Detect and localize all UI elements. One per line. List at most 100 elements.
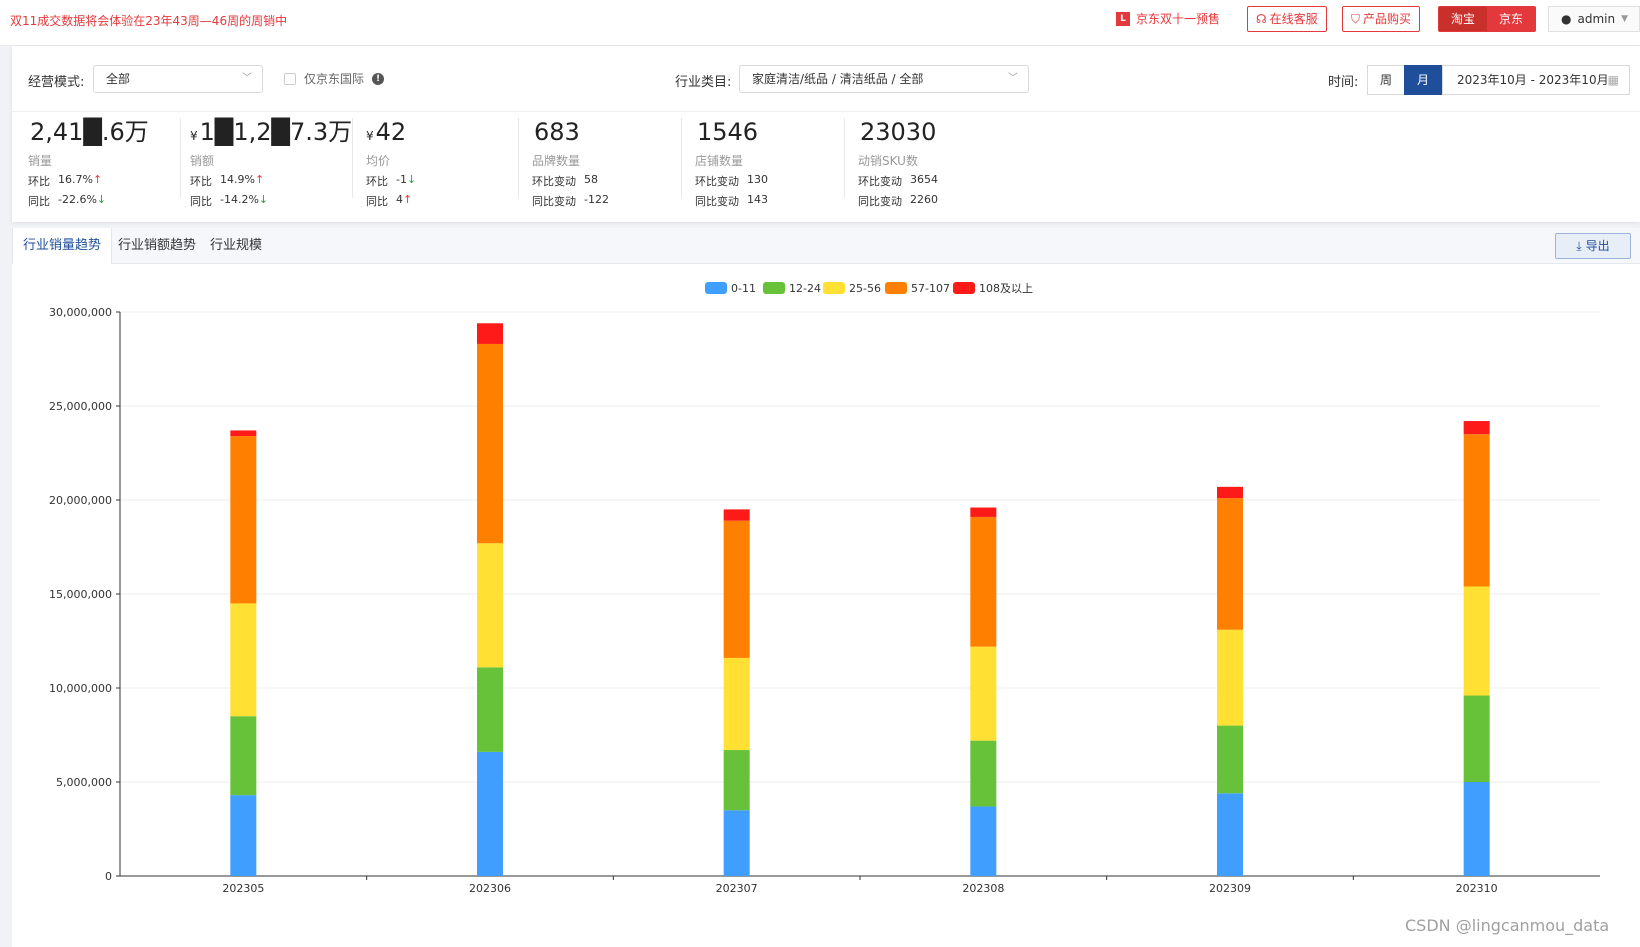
product-buy-button[interactable]: ⛉ 产品购买 (1342, 6, 1421, 32)
stacked-bar-chart: 0 5,000,000 10,000,000 15,000,000 20,000,000… (49, 282, 1600, 895)
metric-name: 均价 (366, 154, 391, 168)
metric-divider (518, 118, 519, 198)
y-tick-label: 30,000,000 (49, 306, 112, 319)
mom-label: 环比 (366, 175, 388, 188)
metric-value: ¥42 (366, 118, 416, 150)
mode-select[interactable]: 全部 ﹀ (93, 65, 263, 93)
metric-mom-row: 环比变动 58 (532, 173, 609, 189)
yoy-value: -14.2% (220, 193, 259, 206)
filter-bar: 经营模式: 全部 ﹀ 仅京东国际 ! 行业类目: 家庭清洁/纸品 / 清洁纸品 … (12, 46, 1640, 112)
bar-segment (1217, 486, 1243, 499)
platform-switch[interactable]: 淘宝 京东 (1438, 6, 1536, 32)
currency-symbol: ¥ (190, 129, 198, 143)
bar-segment (230, 603, 257, 717)
bar-segment (723, 810, 750, 876)
bar-segment (970, 646, 997, 741)
mom-label: 环比变动 (858, 175, 902, 188)
yoy-label: 同比 (190, 195, 212, 208)
metric-card: 1546 店铺数量 环比变动 130 同比变动 143 (695, 118, 768, 209)
y-tick-label: 10,000,000 (49, 682, 112, 695)
metric-mom-row: 环比 -1 ↓ (366, 173, 416, 189)
week-toggle[interactable]: 周 (1367, 65, 1405, 95)
jd-tab[interactable]: 京东 (1487, 7, 1535, 31)
y-tick-label: 0 (105, 870, 112, 883)
bar-segment (1217, 725, 1243, 794)
headset-icon: ☊ (1256, 12, 1267, 26)
bar-segment (1217, 498, 1243, 630)
jd-logo-icon: L (1116, 11, 1130, 26)
metric-number: 1█1,2█7.3万 (199, 118, 353, 146)
bar-segment (1463, 782, 1490, 876)
taobao-tab[interactable]: 淘宝 (1439, 7, 1487, 31)
y-tick-label: 20,000,000 (49, 494, 112, 507)
yoy-value: 4 (396, 193, 403, 206)
bar-segment (477, 751, 503, 876)
legend-label: 108及以上 (979, 282, 1033, 295)
jd-presale-link[interactable]: L 京东双十一预售 (1116, 10, 1220, 27)
x-tick-label: 202308 (962, 882, 1004, 895)
mode-label: 经营模式: (28, 75, 85, 90)
bar-segment (230, 795, 257, 876)
info-icon[interactable]: ! (372, 72, 385, 85)
tab-industry-scale[interactable]: 行业规模 (200, 228, 272, 264)
y-tick-label: 25,000,000 (49, 400, 112, 413)
mom-label: 环比 (28, 175, 50, 188)
online-service-button[interactable]: ☊ 在线客服 (1247, 6, 1327, 32)
metric-card: 683 品牌数量 环比变动 58 同比变动 -122 (532, 118, 609, 209)
user-icon: ● (1561, 12, 1572, 26)
x-tick-label: 202306 (469, 882, 511, 895)
bar-segment (477, 323, 503, 344)
trend-arrow-icon: ↓ (406, 173, 417, 186)
notice-text: 双11成交数据将会体验在23年43周—46周的周销中 (10, 14, 288, 28)
trend-arrow-icon: ↑ (403, 193, 413, 206)
x-tick-label: 202310 (1456, 882, 1498, 895)
top-bar: 双11成交数据将会体验在23年43周—46周的周销中 L 京东双十一预售 ☊ 在… (0, 0, 1640, 46)
legend-swatch (823, 282, 845, 294)
intl-only-label: 仅京东国际 (304, 72, 365, 86)
checkbox-box[interactable] (284, 72, 296, 85)
export-label: 导出 (1585, 239, 1610, 253)
mom-value: 16.7% (58, 173, 93, 186)
date-range-value: 2023年10月 - 2023年10月 (1457, 73, 1609, 87)
date-range-picker[interactable]: 2023年10月 - 2023年10月 ▦ (1442, 65, 1630, 95)
metric-name: 品牌数量 (532, 154, 581, 168)
export-button[interactable]: ⤓ 导出 (1555, 233, 1631, 259)
legend-swatch (885, 282, 907, 294)
metric-divider (844, 118, 845, 198)
metric-number: 2,41█.6万 (30, 118, 149, 146)
bar-segment (970, 740, 997, 807)
mom-value: 14.9% (220, 173, 255, 186)
bar-segment (970, 806, 997, 876)
bar-segment (230, 430, 257, 437)
legend-swatch (953, 282, 975, 294)
metric-name: 动销SKU数 (858, 154, 918, 168)
tab-sales-amount-trend[interactable]: 行业销额趋势 (108, 228, 206, 264)
cart-icon: ⛉ (1351, 12, 1361, 26)
mom-value: 130 (747, 173, 768, 186)
legend-swatch (763, 282, 785, 294)
bar-segment (1217, 629, 1243, 726)
metric-mom-row: 环比变动 3654 (858, 173, 938, 189)
bar-segment (723, 520, 750, 658)
legend-label: 25-56 (849, 282, 881, 295)
mom-value: 58 (584, 173, 598, 186)
metric-number: 1546 (697, 118, 759, 146)
x-tick-label: 202307 (716, 882, 758, 895)
mom-value: 3654 (910, 173, 938, 186)
legend-label: 57-107 (911, 282, 950, 295)
metric-value: 23030 (858, 118, 938, 150)
user-menu[interactable]: ● admin ▼ (1548, 6, 1640, 32)
tab-sales-volume-trend[interactable]: 行业销量趋势 (12, 228, 113, 264)
category-select[interactable]: 家庭清洁/纸品 / 清洁纸品 / 全部 ﹀ (739, 65, 1029, 93)
bar-segment (1463, 586, 1490, 696)
intl-only-checkbox[interactable]: 仅京东国际 ! (284, 70, 385, 87)
product-buy-label: 产品购买 (1363, 12, 1412, 26)
yoy-label: 同比 (28, 195, 50, 208)
metric-divider (180, 118, 181, 198)
month-toggle[interactable]: 月 (1404, 65, 1442, 95)
yoy-value: -122 (584, 193, 609, 206)
mom-label: 环比变动 (532, 175, 576, 188)
chevron-down-icon: ﹀ (242, 73, 252, 84)
trend-arrow-icon: ↑ (92, 173, 103, 186)
legend-label: 12-24 (789, 282, 821, 295)
